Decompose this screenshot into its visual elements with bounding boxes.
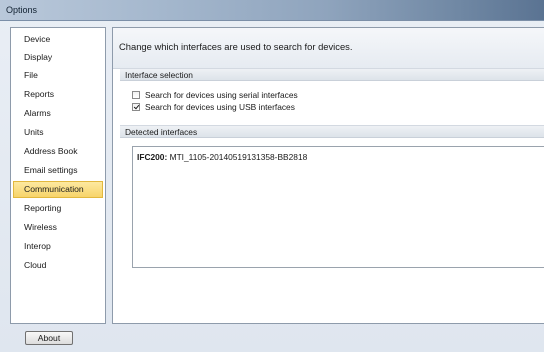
interface-selection-heading: Interface selection	[120, 68, 544, 81]
panel-header: Change which interfaces are used to sear…	[113, 28, 544, 69]
sidebar-item-interop[interactable]: Interop	[13, 238, 103, 255]
sidebar-item-units[interactable]: Units	[13, 124, 103, 141]
sidebar-item-email-settings[interactable]: Email settings	[13, 162, 103, 179]
detected-interfaces-heading: Detected interfaces	[120, 125, 544, 138]
sidebar-item-reports[interactable]: Reports	[13, 86, 103, 103]
about-button[interactable]: About	[25, 331, 73, 345]
serial-interfaces-checkbox[interactable]	[132, 91, 140, 99]
sidebar-item-address-book[interactable]: Address Book	[13, 143, 103, 160]
communication-panel: Change which interfaces are used to sear…	[112, 27, 544, 324]
options-window: Options Device Display File Reports Alar…	[0, 0, 544, 352]
sidebar-item-file[interactable]: File	[13, 67, 103, 84]
title-bar[interactable]: Options	[0, 0, 544, 21]
panel-description: Change which interfaces are used to sear…	[119, 41, 353, 52]
usb-interfaces-checkbox[interactable]	[132, 103, 140, 111]
sidebar-item-reporting[interactable]: Reporting	[13, 200, 103, 217]
list-item[interactable]: IFC200: MTI_1105-20140519131358-BB2818	[137, 152, 307, 162]
detected-interfaces-list[interactable]: IFC200: MTI_1105-20140519131358-BB2818	[132, 146, 544, 268]
interface-detail: MTI_1105-20140519131358-BB2818	[169, 152, 308, 162]
sidebar-item-alarms[interactable]: Alarms	[13, 105, 103, 122]
interface-name: IFC200:	[137, 152, 168, 162]
sidebar-item-device[interactable]: Device	[13, 31, 103, 48]
serial-interfaces-label: Search for devices using serial interfac…	[145, 90, 298, 100]
usb-interfaces-label: Search for devices using USB interfaces	[145, 102, 295, 112]
sidebar-item-cloud[interactable]: Cloud	[13, 257, 103, 274]
sidebar-item-wireless[interactable]: Wireless	[13, 219, 103, 236]
window-title: Options	[6, 5, 38, 15]
sidebar-item-communication[interactable]: Communication	[13, 181, 103, 198]
sidebar-item-display[interactable]: Display	[13, 49, 103, 66]
